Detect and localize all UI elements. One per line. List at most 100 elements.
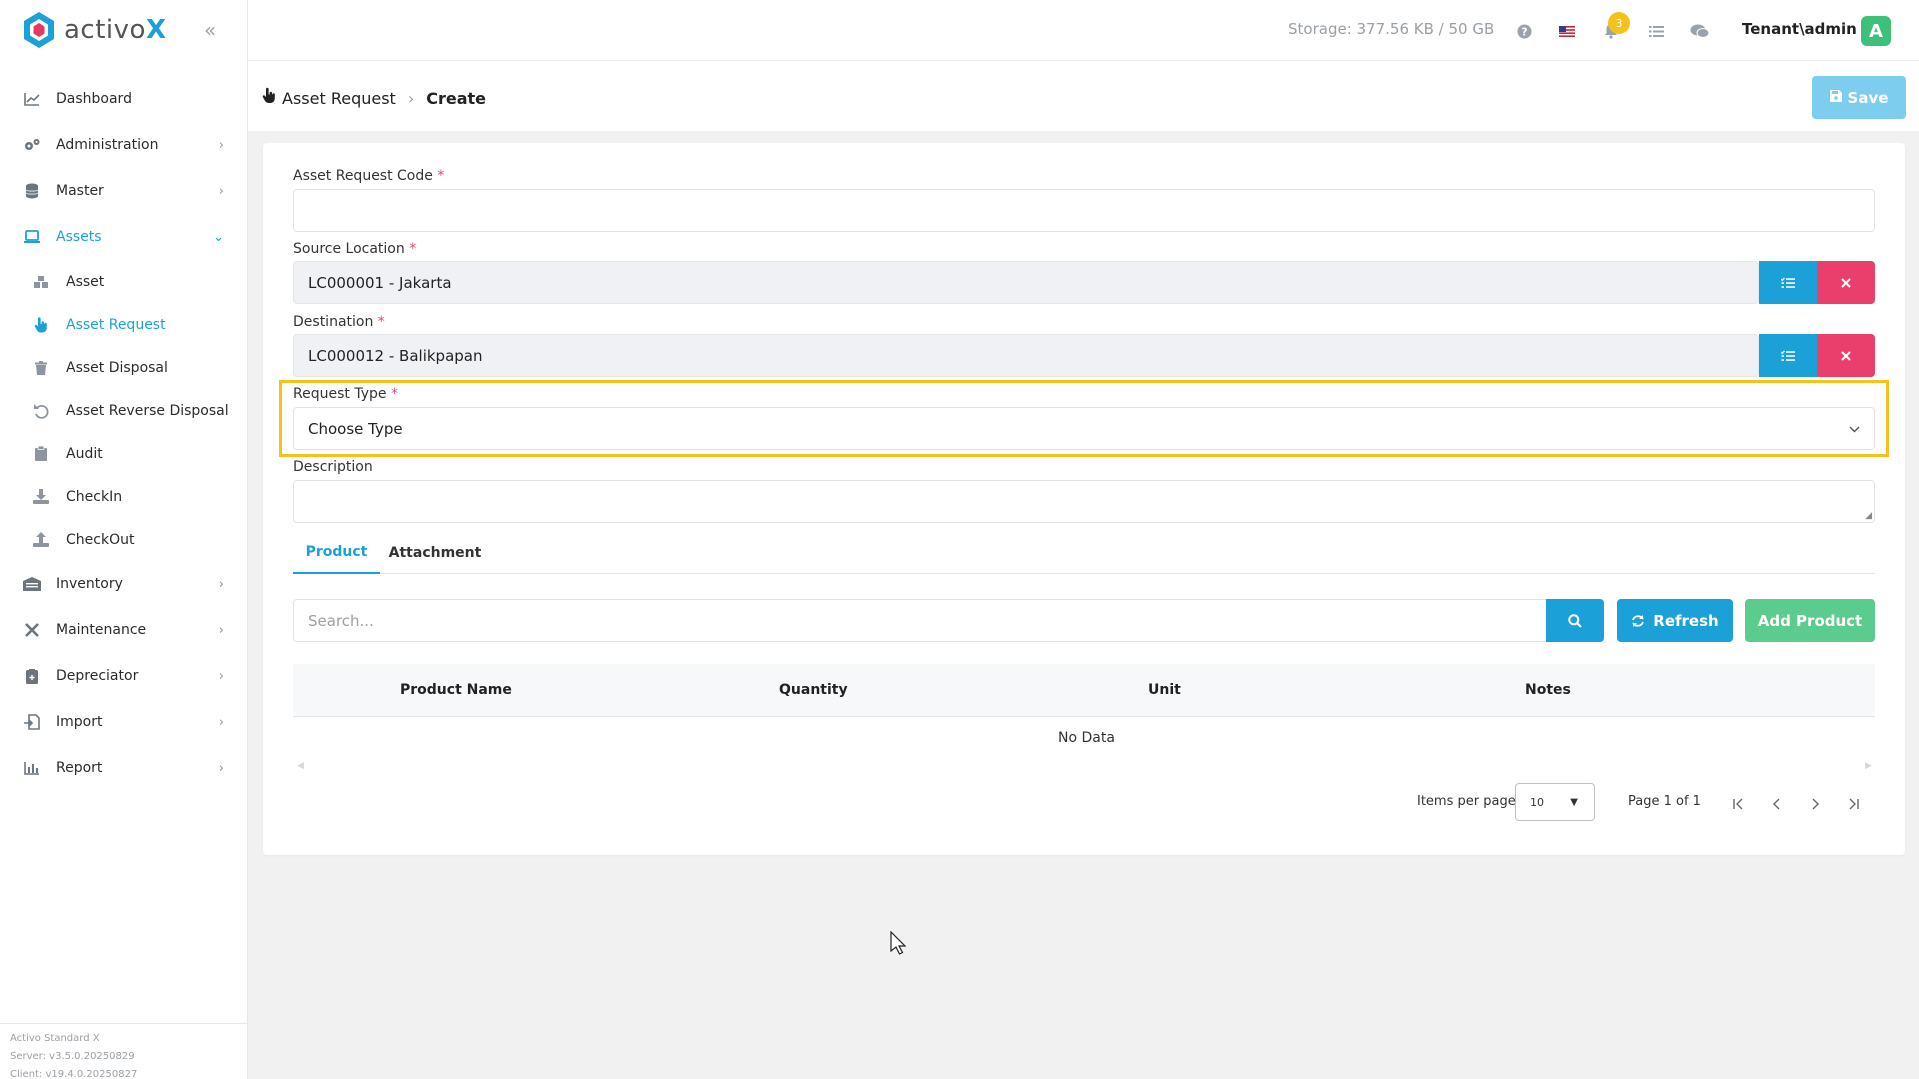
sidebar-subitem-asset-disposal[interactable]: Asset Disposal <box>0 346 248 389</box>
warehouse-icon <box>22 574 42 594</box>
svg-text:?: ? <box>1521 26 1527 38</box>
request-type-value: Choose Type <box>308 419 403 438</box>
topbar: Storage: 377.56 KB / 50 GB ? 3 Tenant\ad… <box>248 0 1919 61</box>
laptop-icon <box>22 227 42 247</box>
sidebar-item-assets[interactable]: Assets ⌄ <box>0 214 248 260</box>
chevron-right-icon: › <box>218 714 224 730</box>
asset-request-code-input[interactable] <box>293 189 1875 232</box>
tools-icon <box>22 620 42 640</box>
description-textarea[interactable]: ◢ <box>293 480 1875 523</box>
tab-attachment[interactable]: Attachment <box>380 532 490 574</box>
chevron-right-icon: › <box>218 183 224 199</box>
tab-product[interactable]: Product <box>293 532 380 574</box>
list-check-icon <box>1781 350 1795 361</box>
activo-logo-icon <box>24 12 54 48</box>
table-header: Product Name Quantity Unit Notes <box>293 664 1875 717</box>
chevron-right-icon: › <box>218 137 224 153</box>
page-title: Create <box>426 88 486 108</box>
refresh-button[interactable]: Refresh <box>1617 599 1733 642</box>
chevron-down-icon <box>1849 422 1860 436</box>
boxes-icon <box>32 273 50 291</box>
column-unit[interactable]: Unit <box>1148 682 1181 698</box>
add-product-button[interactable]: Add Product <box>1745 599 1875 642</box>
breadcrumb: Asset Request › Create <box>262 87 486 109</box>
file-import-icon <box>22 712 42 732</box>
database-icon <box>22 181 42 201</box>
chat-icon[interactable] <box>1689 20 1711 42</box>
sidebar-item-depreciator[interactable]: Depreciator › <box>0 653 248 699</box>
column-product-name[interactable]: Product Name <box>400 682 512 698</box>
source-location-field[interactable]: LC000001 - Jakarta <box>293 261 1759 304</box>
destination-lookup-button[interactable] <box>1759 334 1817 377</box>
task-list-icon[interactable] <box>1645 20 1667 42</box>
refresh-label: Refresh <box>1653 611 1719 630</box>
caret-down-icon: ▼ <box>1570 796 1578 808</box>
storage-usage: Storage: 377.56 KB / 50 GB <box>1288 20 1495 38</box>
avatar[interactable]: A <box>1861 16 1891 46</box>
sidebar-item-import[interactable]: Import › <box>0 699 248 745</box>
gears-icon <box>22 135 42 155</box>
first-page-icon[interactable] <box>1726 791 1752 817</box>
resize-handle-icon[interactable]: ◢ <box>1865 511 1872 521</box>
next-page-icon[interactable] <box>1802 791 1828 817</box>
chevron-right-icon: › <box>218 760 224 776</box>
sidebar-item-report[interactable]: Report › <box>0 745 248 791</box>
help-icon[interactable]: ? <box>1513 20 1535 42</box>
close-icon <box>1841 350 1851 361</box>
sidebar-subitem-checkin[interactable]: CheckIn <box>0 475 248 518</box>
sidebar-subitem-asset[interactable]: Asset <box>0 260 248 303</box>
last-page-icon[interactable] <box>1840 791 1866 817</box>
floppy-disk-icon <box>1829 89 1842 106</box>
chevron-right-icon: › <box>218 622 224 638</box>
previous-page-icon[interactable] <box>1764 791 1790 817</box>
save-label: Save <box>1847 88 1889 107</box>
sidebar-item-maintenance[interactable]: Maintenance › <box>0 607 248 653</box>
close-icon <box>1841 277 1851 288</box>
scroll-left-icon[interactable]: ◀ <box>297 761 304 771</box>
breadcrumb-parent[interactable]: Asset Request <box>282 89 396 108</box>
items-per-page-value: 10 <box>1530 795 1544 809</box>
refresh-icon <box>1632 614 1645 627</box>
product-version: Activo Standard X <box>10 1033 100 1044</box>
sidebar-subitem-asset-request[interactable]: Asset Request <box>0 303 248 346</box>
search-button[interactable] <box>1546 599 1604 642</box>
mouse-pointer-icon <box>890 930 907 959</box>
destination-field[interactable]: LC000012 - Balikpapan <box>293 334 1759 377</box>
hand-pointer-icon <box>32 316 50 334</box>
server-version: Server: v3.5.0.20250829 <box>10 1051 135 1062</box>
column-quantity[interactable]: Quantity <box>779 682 848 698</box>
items-per-page-select[interactable]: 10 ▼ <box>1515 783 1595 821</box>
source-location-clear-button[interactable] <box>1817 261 1875 304</box>
destination-label: Destination * <box>293 314 385 330</box>
column-notes[interactable]: Notes <box>1525 682 1571 698</box>
sidebar: activoX « Dashboard Administration › Mas… <box>0 0 248 1079</box>
sidebar-subitem-checkout[interactable]: CheckOut <box>0 518 248 561</box>
sidebar-subitem-asset-reverse-disposal[interactable]: Asset Reverse Disposal <box>0 389 248 432</box>
items-per-page-label: Items per page <box>1417 794 1516 809</box>
description-label: Description <box>293 459 373 475</box>
version-info: Activo Standard X Server: v3.5.0.2025082… <box>0 1023 248 1079</box>
collapse-sidebar-icon[interactable]: « <box>204 18 216 42</box>
sidebar-item-dashboard[interactable]: Dashboard <box>0 76 248 122</box>
sidebar-subitem-audit[interactable]: Audit <box>0 432 248 475</box>
save-button[interactable]: Save <box>1812 76 1906 119</box>
us-flag-icon[interactable] <box>1556 20 1578 42</box>
hand-pointer-icon <box>262 87 276 109</box>
product-search-input[interactable]: Search... <box>293 599 1547 642</box>
list-check-icon <box>1781 277 1795 288</box>
sidebar-item-master[interactable]: Master › <box>0 168 248 214</box>
source-location-label: Source Location * <box>293 241 417 257</box>
page-header: Asset Request › Create Save <box>248 61 1919 131</box>
request-type-select[interactable]: Choose Type <box>293 407 1875 450</box>
request-type-label: Request Type * <box>293 386 398 402</box>
sidebar-item-administration[interactable]: Administration › <box>0 122 248 168</box>
source-location-lookup-button[interactable] <box>1759 261 1817 304</box>
sidebar-item-inventory[interactable]: Inventory › <box>0 561 248 607</box>
form-card: Asset Request Code * Source Location * L… <box>263 143 1905 855</box>
search-icon <box>1568 613 1582 628</box>
brand-logo[interactable]: activoX <box>22 10 167 50</box>
scroll-right-icon[interactable]: ▶ <box>1865 761 1872 771</box>
user-name[interactable]: Tenant\admin <box>1742 20 1857 38</box>
destination-clear-button[interactable] <box>1817 334 1875 377</box>
trash-icon <box>32 359 50 377</box>
